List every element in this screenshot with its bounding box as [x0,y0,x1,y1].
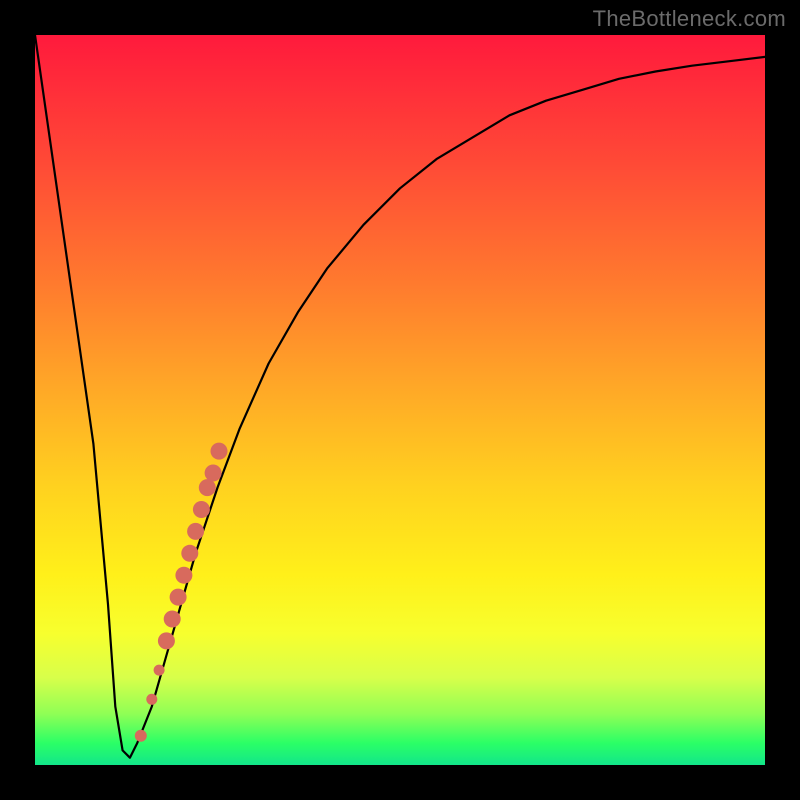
highlight-dots [135,443,228,742]
highlight-dot [205,465,222,482]
bottleneck-curve [35,35,765,758]
highlight-dot [164,611,181,628]
curve-overlay [35,35,765,765]
highlight-dot [187,523,204,540]
highlight-dot [193,501,210,518]
highlight-dot [146,694,157,705]
highlight-dot [158,632,175,649]
highlight-dot [170,589,187,606]
highlight-dot [154,665,165,676]
plot-area [35,35,765,765]
highlight-dot [135,730,147,742]
highlight-dot [175,567,192,584]
chart-frame: TheBottleneck.com [0,0,800,800]
highlight-dot [199,479,216,496]
watermark-text: TheBottleneck.com [593,6,786,32]
highlight-dot [181,545,198,562]
highlight-dot [211,443,228,460]
